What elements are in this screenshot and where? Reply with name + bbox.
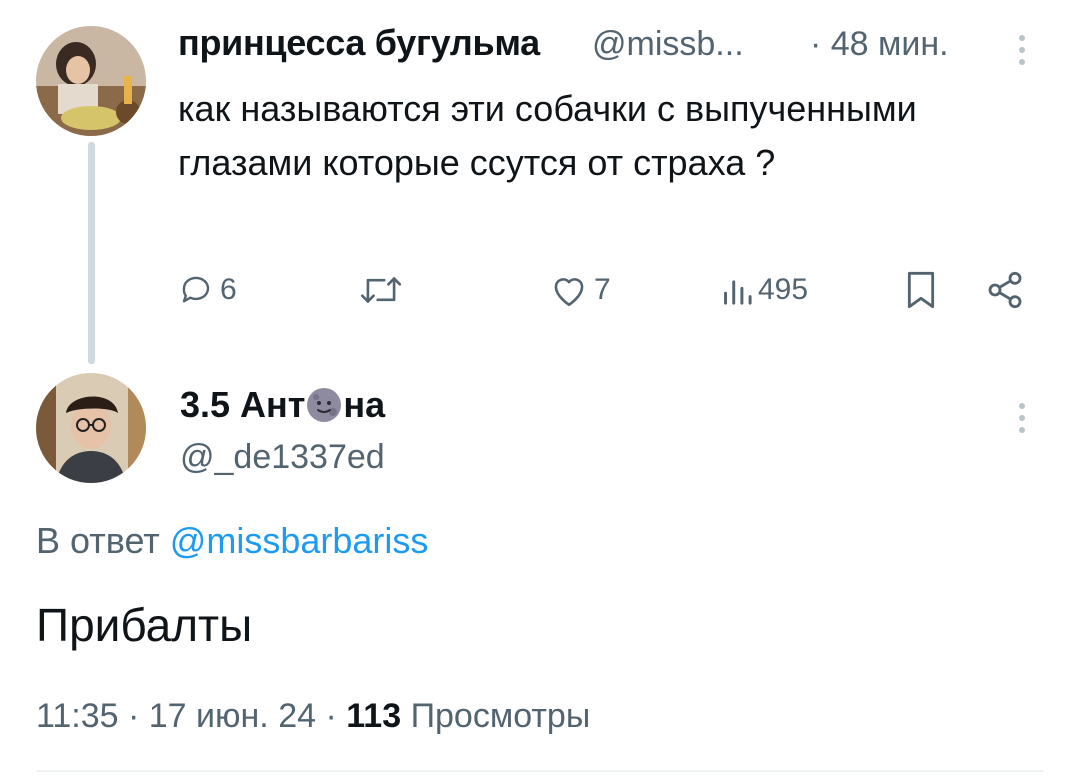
reply-button[interactable]: 6 <box>176 270 237 310</box>
parent-more-options-icon[interactable] <box>1012 30 1032 70</box>
reply-tweet-text: Прибалты <box>36 599 253 651</box>
parent-author-handle[interactable]: @missb... <box>592 25 744 64</box>
parent-author-name[interactable]: принцесса бугульма <box>178 22 540 64</box>
reply-count: 6 <box>220 273 237 306</box>
reply-more-options-icon[interactable] <box>1012 398 1032 438</box>
share-icon <box>985 270 1025 310</box>
tweet-views-label: Просмотры <box>410 697 591 735</box>
reply-author-avatar[interactable] <box>36 373 146 483</box>
tweet-views-count: 113 <box>346 697 402 735</box>
reply-icon <box>176 272 216 308</box>
retweet-icon <box>357 272 405 308</box>
parent-tweet-time[interactable]: · 48 мин. <box>810 25 949 64</box>
reply-author-name-part1: 3.5 Ант <box>180 384 306 425</box>
tweet-timestamp[interactable]: 11:35 · 17 июн. 24 · <box>36 697 337 735</box>
reply-to-line: В ответ @missbarbariss <box>36 520 428 562</box>
bookmark-button[interactable] <box>903 270 939 310</box>
views-button[interactable]: 495 <box>720 270 808 310</box>
views-count: 495 <box>758 273 809 306</box>
bookmark-icon <box>903 270 939 310</box>
divider <box>36 770 1044 772</box>
reply-author-name-part2: на <box>343 384 386 425</box>
moon-face-icon <box>306 387 342 423</box>
reply-to-mention-link[interactable]: @missbarbariss <box>170 520 429 561</box>
heart-icon <box>548 272 590 308</box>
thread-connector-line <box>88 142 95 364</box>
reply-author-handle[interactable]: @_de1337ed <box>180 438 385 477</box>
parent-author-avatar[interactable] <box>36 26 146 136</box>
like-count: 7 <box>594 273 611 306</box>
tweet-meta-line: 11:35 · 17 июн. 24 · 113 Просмотры <box>36 697 590 736</box>
reply-author-name[interactable]: 3.5 Ант на <box>180 384 385 426</box>
like-button[interactable]: 7 <box>548 270 611 310</box>
parent-tweet-text: как называются эти собачки с выпученными… <box>178 88 917 183</box>
reply-to-prefix: В ответ <box>36 520 160 561</box>
share-button[interactable] <box>985 270 1025 310</box>
bar-chart-icon <box>720 272 754 308</box>
retweet-button[interactable] <box>357 270 405 310</box>
